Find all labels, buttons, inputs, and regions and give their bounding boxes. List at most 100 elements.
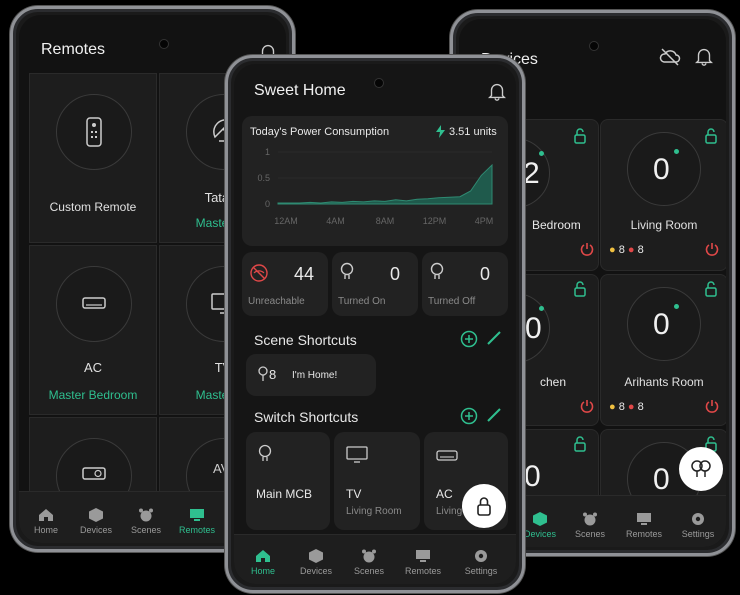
lock-open-icon[interactable] [705,281,717,297]
room-device-count: 2 [523,157,540,190]
power-icon[interactable] [580,399,594,413]
nav-scenes[interactable]: Scenes [344,549,394,576]
nav-label: Home [33,525,58,535]
bell-icon[interactable] [693,45,715,67]
nav-label: Devices [299,566,332,576]
room-card-living[interactable]: 0 Living Room ● 8 ● 8 [600,119,726,271]
lock-open-icon[interactable] [574,281,586,297]
remote-room: Master Bedroom [48,388,138,402]
stat-card-turned-on[interactable]: 0 Turned On [332,252,418,316]
room-ring: 0 [627,287,701,361]
room-device-count: 0 [653,308,670,341]
nav-label: Settings [681,529,715,539]
alert-dot: ● [627,401,635,413]
cloud-off-icon[interactable] [659,47,681,67]
power-value: 3.51 units [449,126,497,138]
stat-on: 8 [618,244,625,256]
room-name: chen [540,375,567,389]
stat-label: Turned On [338,296,386,307]
switch-name: Main MCB [256,487,313,501]
nav-scenes[interactable]: Scenes [121,508,171,535]
chart-ytick-label: 0 [265,199,270,209]
nav-settings[interactable]: Settings [456,549,506,576]
lock-icon [477,497,491,516]
stat-label: Unreachable [248,296,305,307]
nav-label: Settings [464,566,498,576]
air-conditioner-icon [82,297,106,309]
edit-icon[interactable] [486,407,502,423]
room-card-arihants[interactable]: 0 Arihants Room ● 8 ● 8 [600,274,726,426]
nav-label: Devices [79,525,112,535]
power-icon[interactable] [705,242,719,256]
remote-ring [56,94,132,170]
nav-home[interactable]: Home [238,549,288,576]
alert-dot: ● [627,244,635,256]
stat-on: 8 [618,401,625,413]
chart-ytick-label: 1 [265,147,270,157]
remote-label: Custom Remote [49,200,137,214]
lock-open-icon[interactable] [574,436,586,452]
lock-open-icon[interactable] [705,128,717,144]
lightning-icon [436,125,445,138]
remote-card-custom[interactable]: Custom Remote [29,73,157,243]
add-scene-icon[interactable] [460,330,478,348]
alarm-clock-icon [362,549,376,563]
nav-scenes[interactable]: Scenes [565,512,615,539]
remote-card-ac[interactable]: AC Master Bedroom [29,245,157,415]
nav-label: Devices [523,529,556,539]
room-device-count: 0 [524,460,541,493]
bulb-icon [430,262,444,279]
online-dot [674,304,679,309]
stat-card-unreachable[interactable]: 44 Unreachable [242,252,328,316]
lock-fab-button[interactable] [462,484,506,528]
switch-room: Living Room [346,506,402,517]
bulb-icon [258,444,272,461]
switch-card-tv[interactable]: TV Living Room [334,432,420,530]
switch-name: TV [346,487,362,501]
nav-settings[interactable]: Settings [673,512,723,539]
nav-label: Remotes [178,525,215,535]
stat-value: 0 [480,264,491,284]
room-stats: ● 8 ● 8 [609,401,644,413]
nav-remotes[interactable]: Remotes [398,549,448,576]
stat-card-turned-off[interactable]: 0 Turned Off [422,252,508,316]
nav-home[interactable]: Home [21,508,71,535]
front-camera [374,78,384,88]
nav-remotes[interactable]: Remotes [619,512,669,539]
bulb-dot: ● [609,244,616,256]
remote-ring [56,266,132,342]
front-camera [589,41,599,51]
switch-shortcuts-heading: Switch Shortcuts [254,409,359,425]
monitor-icon [637,513,651,525]
alarm-clock-icon [583,512,597,526]
bulb-icon [340,262,354,279]
room-device-count: 0 [525,312,542,345]
add-switch-icon[interactable] [460,407,478,425]
chart-xtick-label: 4AM [326,216,345,226]
monitor-icon [190,509,204,521]
nav-devices[interactable]: Devices [291,549,341,576]
tv-icon [346,446,368,463]
page-title: Sweet Home [254,82,346,99]
page-title: Remotes [41,41,106,58]
power-consumption-card[interactable]: Today's Power Consumption 3.51 units 1 0.… [242,116,508,246]
chart-xtick-label: 12AM [274,216,298,226]
bell-icon[interactable] [486,80,508,102]
home-screen: Sweet Home Today's Power Consumption 3.5… [234,64,516,584]
bulb-dot: ● [609,401,616,413]
edit-icon[interactable] [486,330,502,346]
bulbs-fab-button[interactable] [679,447,723,491]
projector-icon [82,467,106,480]
lock-open-icon[interactable] [574,128,586,144]
switch-card-main-mcb[interactable]: Main MCB [246,432,330,530]
power-icon[interactable] [705,399,719,413]
nav-label: Home [250,566,275,576]
nav-devices[interactable]: Devices [71,508,121,535]
power-icon[interactable] [580,242,594,256]
cube-icon [309,549,323,563]
nav-remotes[interactable]: Remotes [172,508,222,535]
chart-xtick-label: 4PM [475,216,494,226]
room-name: Bedroom [532,218,581,232]
scene-card-im-home[interactable]: 8 I'm Home! [246,354,376,396]
bottom-nav: Home Devices Scenes Remotes Settings [234,534,516,584]
